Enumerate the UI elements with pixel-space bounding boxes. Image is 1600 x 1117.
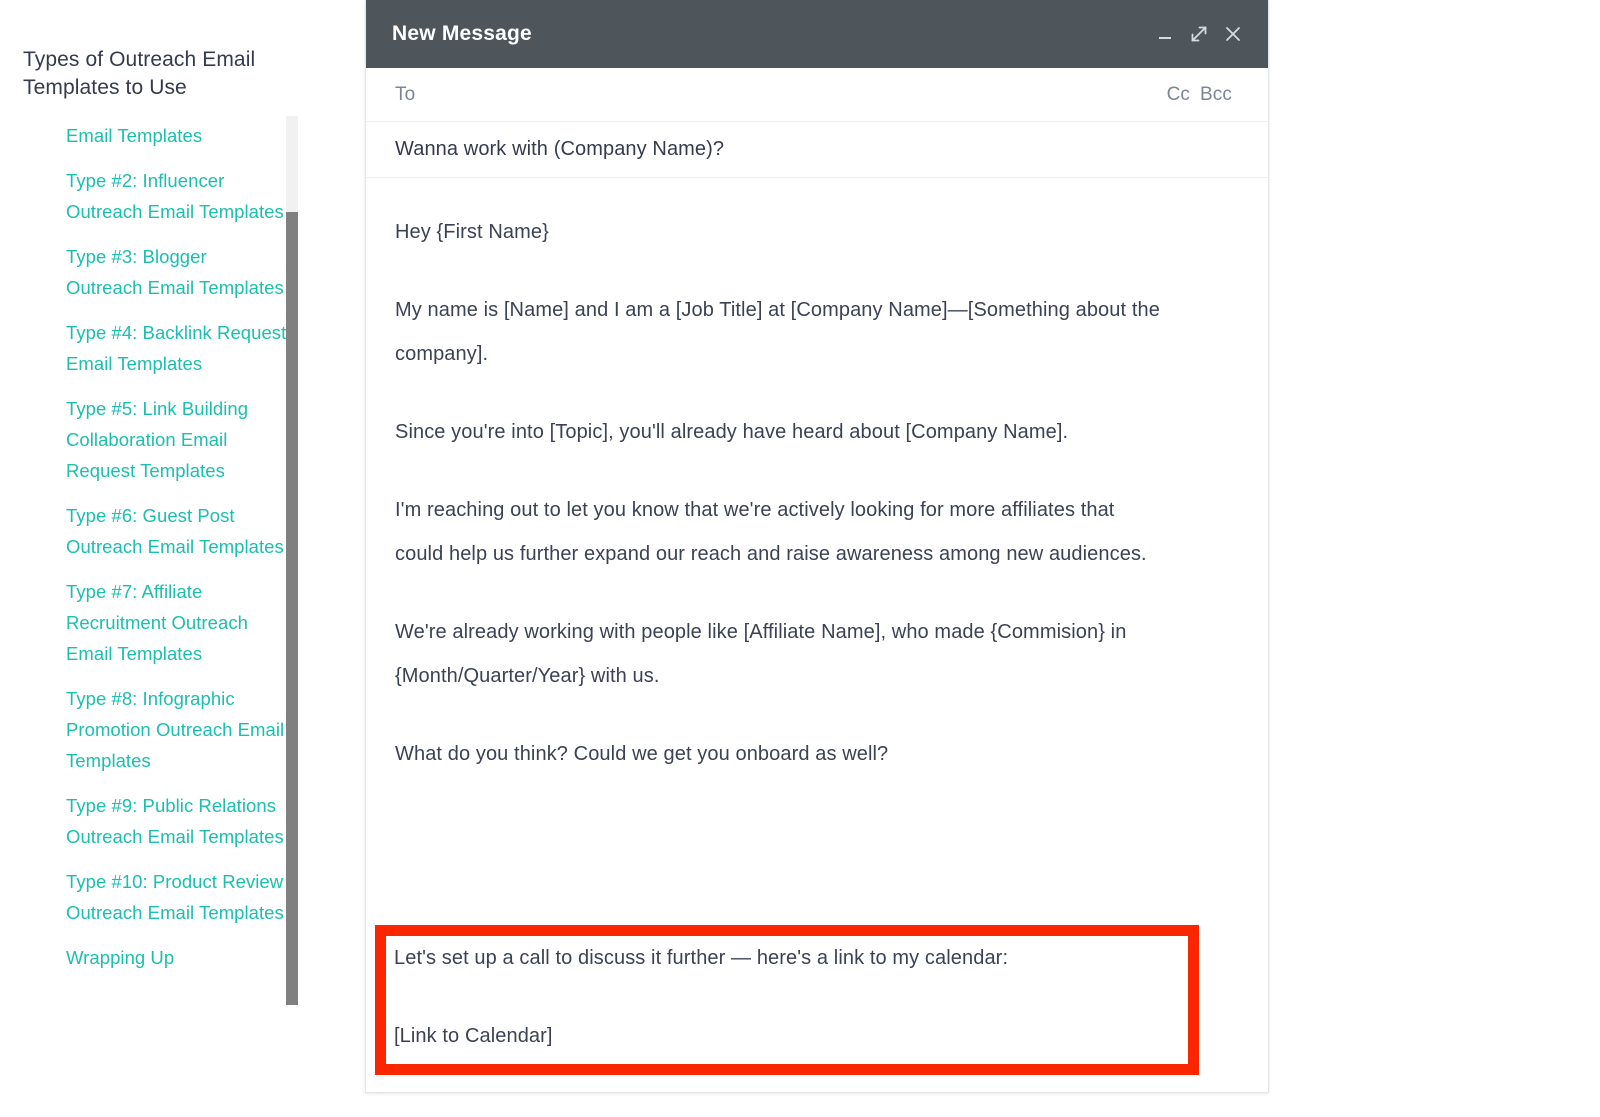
compose-window: New Message To Cc Bcc Wanna work with (C… (365, 0, 1269, 1093)
to-input[interactable]: To (395, 84, 1167, 106)
sidebar-item-type-7-affiliate[interactable]: Type #7: Affiliate Recruitment Outreach … (66, 576, 288, 669)
body-paragraph-topic: Since you're into [Topic], you'll alread… (395, 421, 1069, 443)
expand-diagonal-icon (1188, 23, 1210, 45)
body-paragraph-calendar-link: [Link to Calendar] (394, 1025, 553, 1047)
compose-window-title: New Message (392, 22, 532, 45)
body-paragraph-intro: My name is [Name] and I am a [Job Title]… (395, 299, 1160, 365)
body-paragraph-socialproof: We're already working with people like [… (395, 621, 1127, 687)
sidebar-item-type-6-guest-post[interactable]: Type #6: Guest Post Outreach Email Templ… (66, 500, 288, 562)
sidebar-item-type-9-public-relations[interactable]: Type #9: Public Relations Outreach Email… (66, 790, 288, 852)
close-button[interactable] (1216, 17, 1250, 51)
body-paragraph-greeting: Hey {First Name} (395, 221, 549, 243)
body-paragraph-cta-call: Let's set up a call to discuss it furthe… (394, 947, 1009, 969)
cc-bcc-group: Cc Bcc (1167, 84, 1232, 106)
sidebar-item-type-10-product-review[interactable]: Type #10: Product Review Outreach Email … (66, 866, 288, 928)
close-icon (1222, 23, 1244, 45)
sidebar-item-type-3-blogger[interactable]: Type #3: Blogger Outreach Email Template… (66, 241, 288, 303)
sidebar-item-type-2-influencer[interactable]: Type #2: Influencer Outreach Email Templ… (66, 165, 288, 227)
highlighted-cta-block: Let's set up a call to discuss it furthe… (394, 936, 1184, 1092)
cc-button[interactable]: Cc (1167, 84, 1190, 106)
minimize-icon (1155, 24, 1175, 44)
subject-row[interactable]: Wanna work with (Company Name)? (366, 122, 1268, 178)
expand-button[interactable] (1182, 17, 1216, 51)
sidebar-item-type-4-backlink[interactable]: Type #4: Backlink Request Email Template… (66, 317, 288, 379)
page-root: Types of Outreach Email Templates to Use… (0, 0, 1600, 1117)
sidebar-item-email-templates[interactable]: Email Templates (66, 120, 288, 151)
bcc-button[interactable]: Bcc (1200, 84, 1232, 106)
toc-link-list: Email Templates Type #2: Influencer Outr… (66, 120, 288, 973)
sidebar-table-of-contents: Types of Outreach Email Templates to Use… (0, 0, 300, 1117)
body-paragraph-pitch: I'm reaching out to let you know that we… (395, 499, 1147, 565)
compose-titlebar[interactable]: New Message (366, 0, 1268, 68)
message-body[interactable]: Hey {First Name} My name is [Name] and I… (366, 178, 1268, 776)
subject-input[interactable]: Wanna work with (Company Name)? (395, 138, 724, 161)
sidebar-item-type-8-infographic[interactable]: Type #8: Infographic Promotion Outreach … (66, 683, 288, 776)
minimize-button[interactable] (1148, 17, 1182, 51)
recipient-row[interactable]: To Cc Bcc (366, 68, 1268, 122)
sidebar-item-type-5-link-building[interactable]: Type #5: Link Building Collaboration Ema… (66, 393, 288, 486)
sidebar-item-wrapping-up[interactable]: Wrapping Up (66, 942, 288, 973)
toc-heading: Types of Outreach Email Templates to Use (23, 48, 256, 99)
body-paragraph-question: What do you think? Could we get you onbo… (395, 743, 889, 765)
sidebar-scrollbar-thumb[interactable] (286, 212, 298, 1005)
